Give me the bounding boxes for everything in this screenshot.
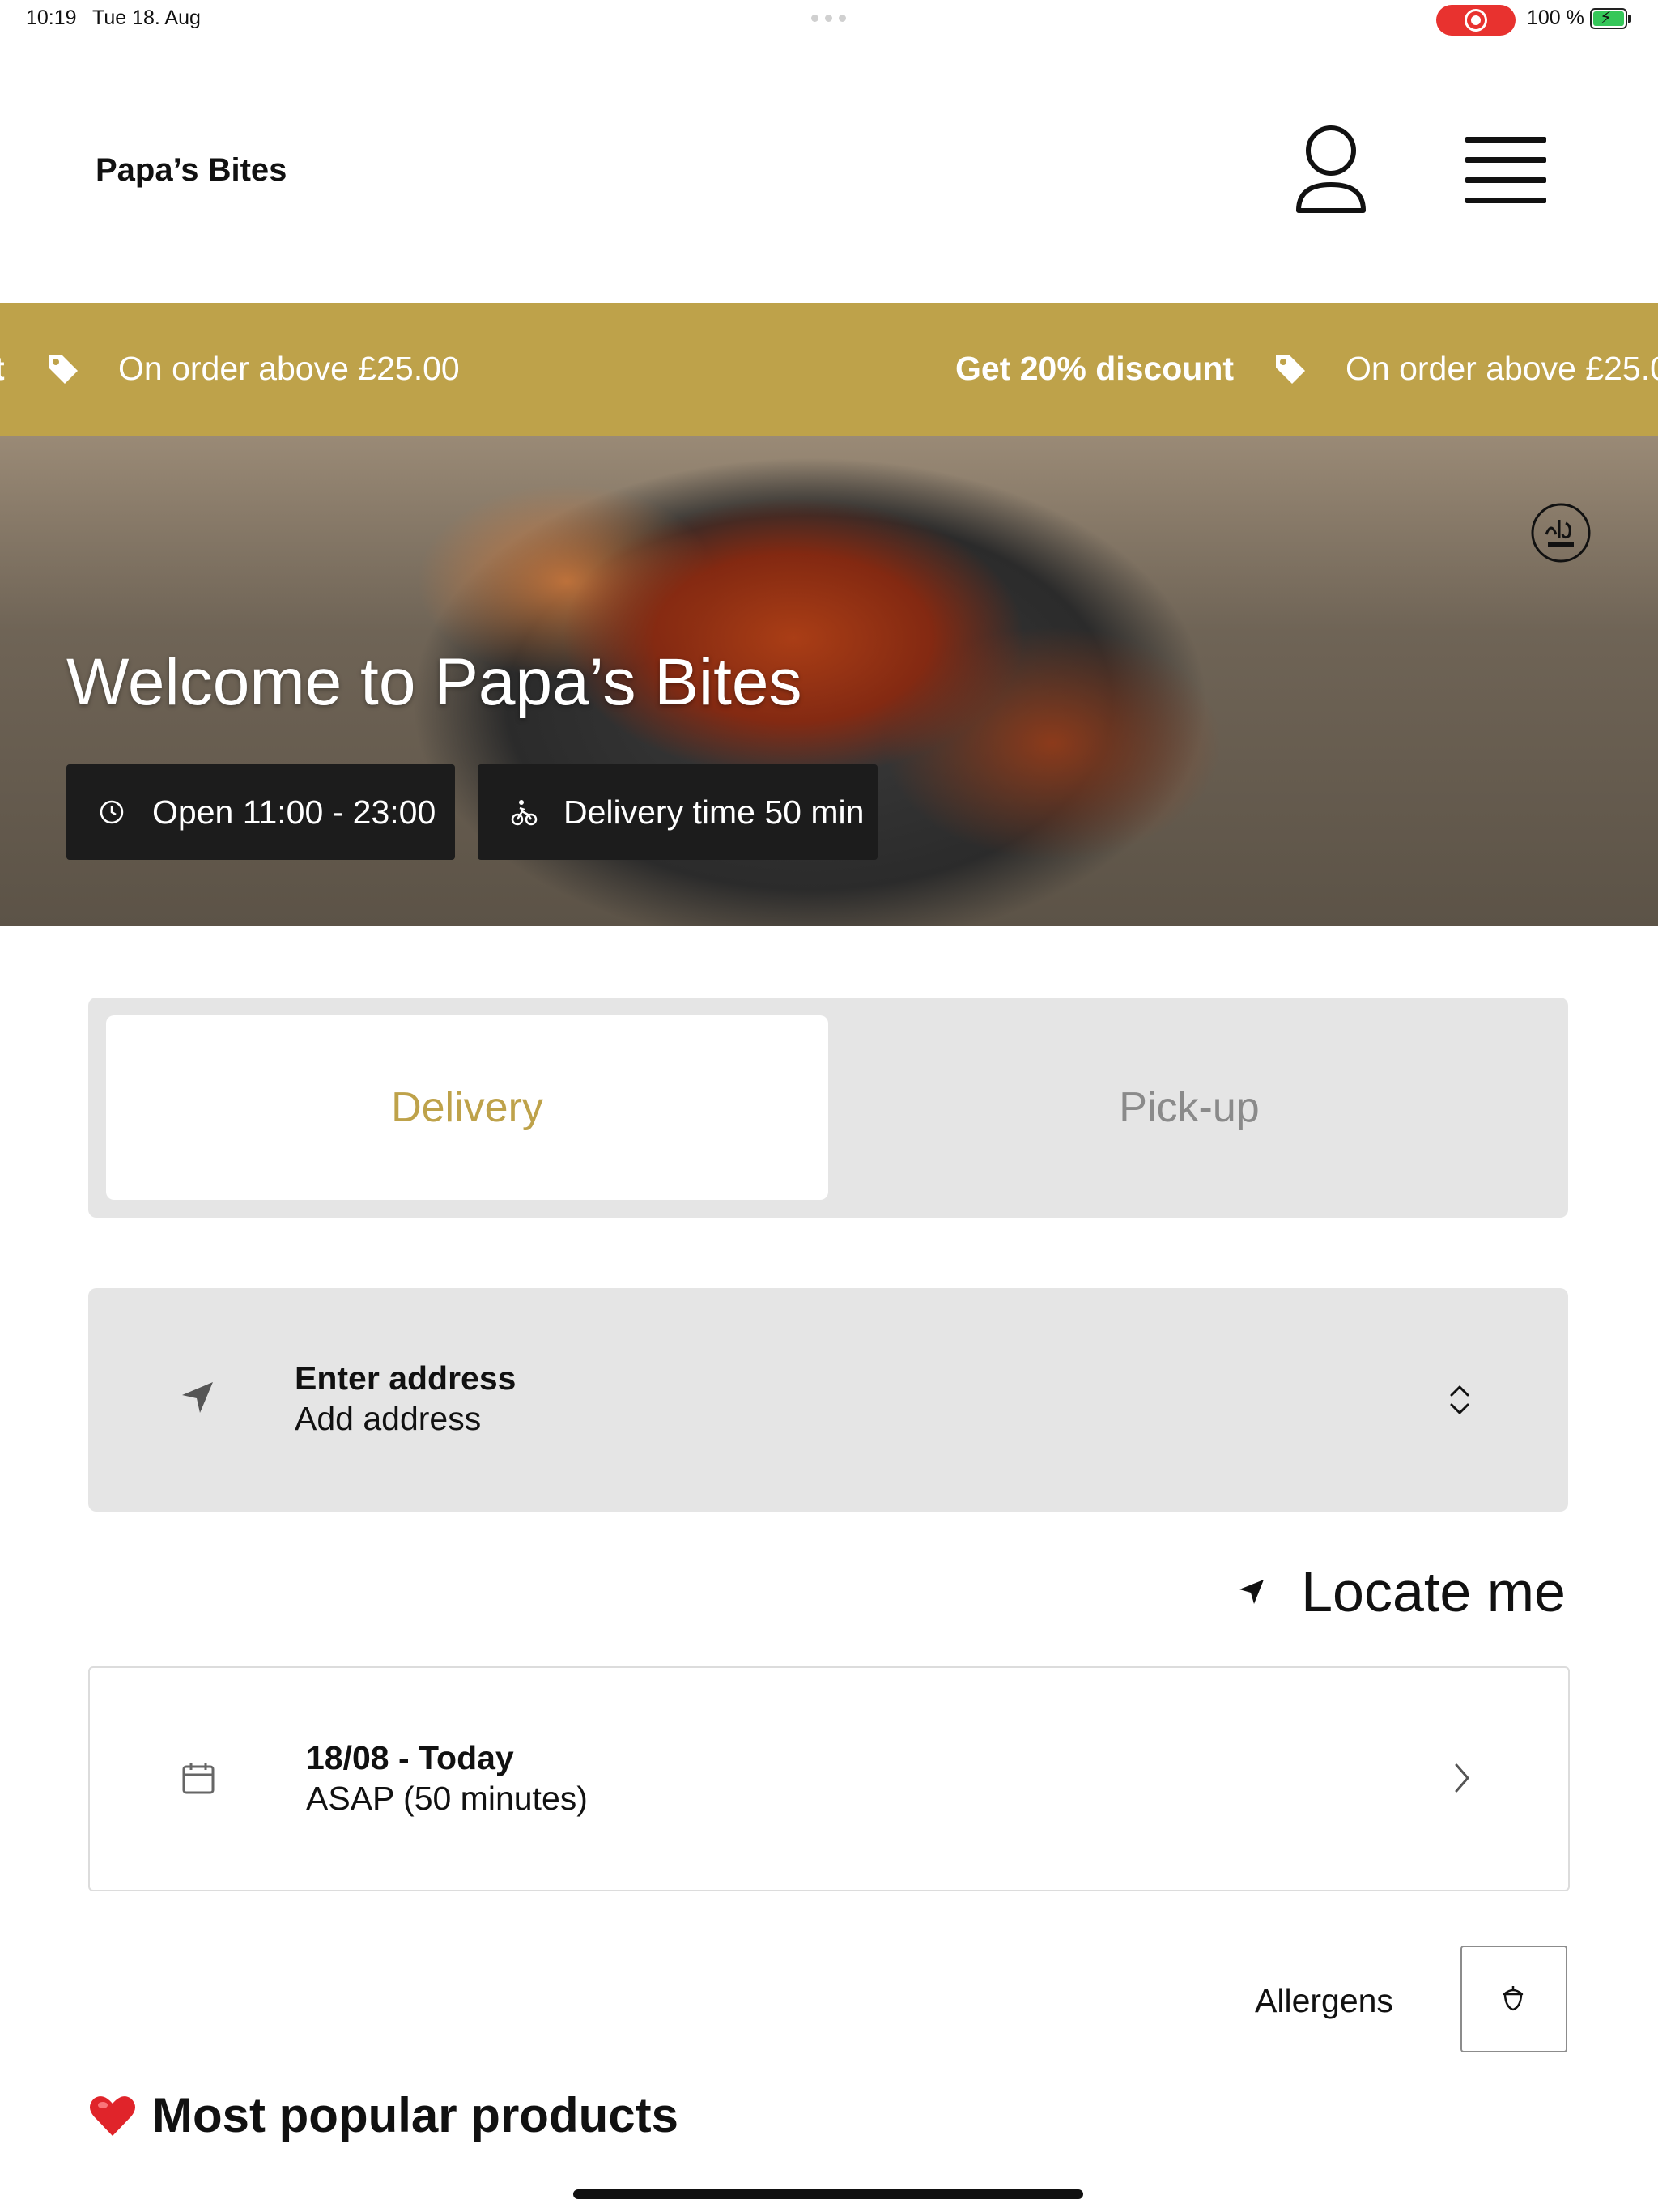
locate-me-button[interactable]: Locate me xyxy=(1236,1559,1566,1624)
promo-discount: Get 20% discount xyxy=(955,350,1235,387)
opening-hours-chip: Open 11:00 - 23:00 xyxy=(66,764,455,860)
halal-badge-icon xyxy=(1531,503,1591,563)
chevron-up-down-icon xyxy=(1450,1385,1469,1414)
hero-banner: Welcome to Papa’s Bites Open 11:00 - 23:… xyxy=(0,436,1658,926)
status-time: 10:19 xyxy=(26,6,77,29)
hamburger-line xyxy=(1465,157,1546,163)
home-indicator[interactable] xyxy=(573,2189,1083,2199)
allergens-label: Allergens xyxy=(1255,1982,1393,2019)
battery-percentage: 100 % xyxy=(1527,6,1584,29)
menu-button[interactable] xyxy=(1465,134,1546,206)
location-arrow-icon xyxy=(182,1382,213,1413)
address-title: Enter address xyxy=(295,1359,517,1397)
hamburger-line xyxy=(1465,137,1546,143)
popular-products-title: Most popular products xyxy=(152,2088,678,2142)
delivery-time-chip: Delivery time 50 min xyxy=(478,764,878,860)
acorn-icon xyxy=(1503,1986,1524,2011)
multitasking-dots-icon[interactable] xyxy=(811,15,846,22)
heart-icon xyxy=(90,2095,135,2136)
locate-me-label: Locate me xyxy=(1301,1560,1566,1623)
schedule-time: ASAP (50 minutes) xyxy=(306,1780,588,1817)
promo-banner: t On order above £25.00 Get 20% discount… xyxy=(0,303,1658,436)
hamburger-line xyxy=(1465,198,1546,203)
address-subtitle: Add address xyxy=(295,1400,482,1437)
clock-icon xyxy=(100,800,124,824)
price-tag-icon xyxy=(1276,355,1305,384)
delivery-time-selector[interactable]: 18/08 - Today ASAP (50 minutes) xyxy=(88,1666,1570,1891)
battery-icon: ⚡ xyxy=(1590,8,1631,29)
order-mode-toggle: Delivery Pick-up xyxy=(88,998,1568,1218)
calendar-icon xyxy=(182,1763,215,1794)
status-date: Tue 18. Aug xyxy=(92,6,201,29)
address-selector[interactable]: Enter address Add address xyxy=(88,1288,1568,1512)
brand-name[interactable]: Papa’s Bites xyxy=(96,152,287,189)
allergens-button[interactable] xyxy=(1460,1946,1567,2052)
promo-condition: On order above £25.0 xyxy=(1346,350,1658,387)
schedule-date: 18/08 - Today xyxy=(306,1739,514,1776)
account-button[interactable] xyxy=(1292,121,1370,219)
opening-hours-text: Open 11:00 - 23:00 xyxy=(152,793,436,831)
popular-products-heading: Most popular products xyxy=(89,2087,678,2143)
pickup-option[interactable]: Pick-up xyxy=(828,1015,1550,1200)
promo-condition: On order above £25.00 xyxy=(118,350,460,387)
bike-courier-icon xyxy=(511,800,538,826)
delivery-time-text: Delivery time 50 min xyxy=(563,793,865,831)
hero-title: Welcome to Papa’s Bites xyxy=(66,645,802,719)
chevron-right-icon xyxy=(1455,1763,1469,1793)
screen-recording-indicator[interactable] xyxy=(1436,5,1516,36)
promo-text-partial: t xyxy=(0,350,5,388)
user-icon xyxy=(1296,125,1366,213)
hamburger-line xyxy=(1465,177,1546,183)
delivery-option[interactable]: Delivery xyxy=(106,1015,828,1200)
location-arrow-icon xyxy=(1239,1580,1265,1604)
price-tag-icon xyxy=(49,355,78,384)
